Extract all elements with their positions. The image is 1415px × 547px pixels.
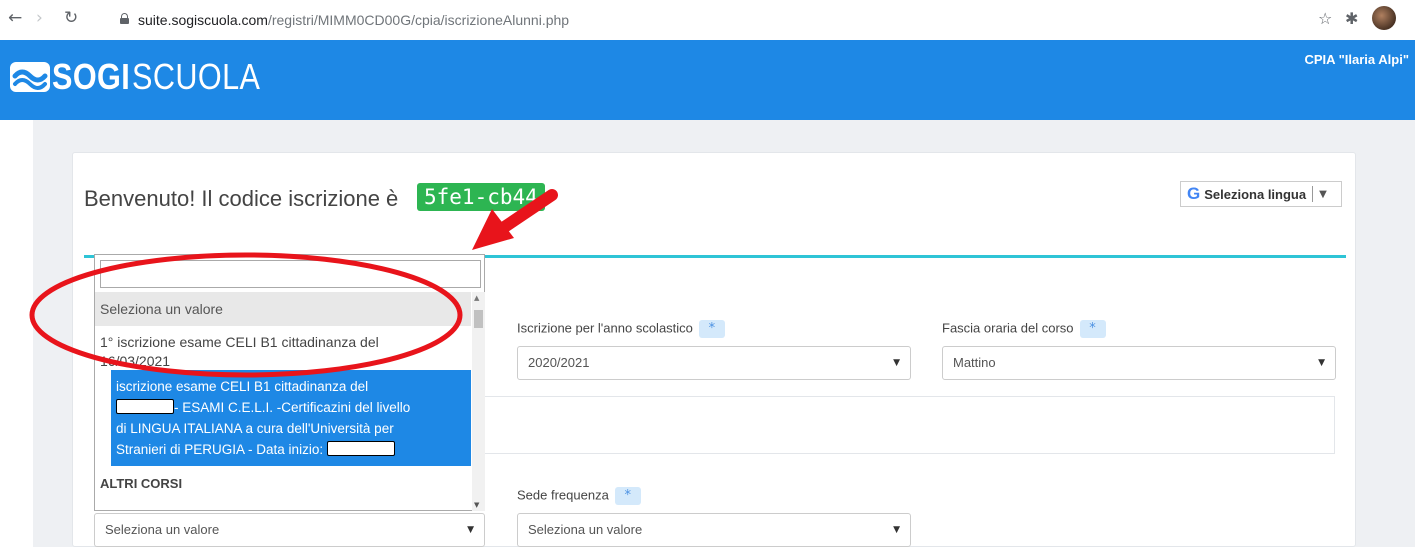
caret-down-icon: ▼ — [893, 525, 900, 535]
redaction-box — [116, 399, 174, 414]
time-select[interactable]: Mattino ▼ — [942, 346, 1336, 380]
dropdown-option[interactable]: 1° iscrizione esame CELI B1 cittadinanza… — [95, 326, 471, 370]
dropdown-option-selected[interactable]: iscrizione esame CELI B1 cittadinanza de… — [111, 370, 471, 466]
redaction-box — [326, 441, 395, 456]
logo-text-bold: SOGI — [52, 56, 131, 97]
caret-down-icon: ▼ — [1319, 188, 1327, 200]
reload-icon[interactable]: ↻ — [64, 8, 78, 28]
language-label: Seleziona lingua — [1204, 186, 1307, 202]
dropdown-scrollbar[interactable]: ▲ ▼ — [472, 292, 485, 511]
option-line: 16/03/2021 — [100, 353, 171, 369]
required-asterisk-icon: * — [698, 320, 725, 338]
dropdown-options: Seleziona un valore 1° iscrizione esame … — [95, 292, 471, 511]
url-path: /registri/MIMM0CD00G/cpia/iscrizioneAlun… — [267, 12, 570, 28]
dropdown-group-label: ALTRI CORSI — [100, 476, 183, 491]
option-line: iscrizione esame CELI B1 cittadinanza de… — [116, 379, 369, 394]
back-icon[interactable]: ← — [8, 8, 22, 28]
logo-text-light: SCUOLA — [132, 56, 261, 97]
star-icon[interactable]: ☆ — [1318, 9, 1332, 28]
scroll-down-icon[interactable]: ▼ — [474, 501, 479, 509]
dropdown-search-input[interactable] — [100, 260, 481, 288]
language-selector[interactable]: G Seleziona lingua ▼ — [1180, 181, 1342, 207]
course-select-value: Seleziona un valore — [105, 522, 220, 537]
year-select[interactable]: 2020/2021 ▼ — [517, 346, 911, 380]
left-gutter — [0, 120, 33, 547]
google-icon: G — [1187, 184, 1201, 203]
lock-icon — [120, 13, 129, 24]
sede-select[interactable]: Seleziona un valore ▼ — [517, 513, 911, 547]
info-box — [480, 396, 1335, 454]
option-line: 1° iscrizione esame CELI B1 cittadinanza… — [100, 334, 379, 350]
year-label: Iscrizione per l'anno scolastico * — [517, 320, 725, 338]
time-value: Mattino — [953, 355, 996, 370]
puzzle-icon[interactable]: ✱ — [1345, 9, 1358, 28]
app-header: SOGI SCUOLA CPIA "Ilaria Alpi" — [0, 40, 1415, 120]
option-line: di LINGUA ITALIANA a cura dell'Universit… — [116, 421, 394, 436]
sogiscuola-logo[interactable]: SOGI SCUOLA — [10, 52, 283, 102]
forward-icon[interactable]: › — [36, 8, 43, 28]
required-asterisk-icon: * — [1079, 320, 1106, 338]
caret-down-icon: ▼ — [467, 525, 474, 535]
course-dropdown: Seleziona un valore 1° iscrizione esame … — [94, 254, 485, 511]
caret-down-icon: ▼ — [893, 358, 900, 368]
sede-label: Sede frequenza * — [517, 487, 641, 505]
divider — [1312, 186, 1314, 202]
required-asterisk-icon: * — [614, 487, 641, 505]
sede-value: Seleziona un valore — [528, 522, 643, 537]
avatar[interactable] — [1372, 6, 1396, 30]
option-line: Stranieri di PERUGIA - Data inizio: — [116, 439, 466, 460]
dropdown-option-placeholder[interactable]: Seleziona un valore — [95, 292, 471, 326]
course-select[interactable]: Seleziona un valore ▼ — [94, 513, 485, 547]
option-line: - ESAMI C.E.L.I. -Certificazini del live… — [116, 397, 466, 418]
time-label: Fascia oraria del corso * — [942, 320, 1106, 338]
browser-toolbar: ← › ↻ suite.sogiscuola.com/registri/MIMM… — [0, 0, 1415, 40]
logo-wave-icon — [10, 62, 50, 92]
url-host: suite.sogiscuola.com — [138, 12, 268, 28]
welcome-text: Benvenuto! Il codice iscrizione è — [84, 186, 399, 211]
school-name: CPIA "Ilaria Alpi" — [1304, 52, 1409, 67]
year-value: 2020/2021 — [528, 355, 590, 370]
enrollment-code-badge: 5fe1-cb44 — [417, 183, 545, 211]
scrollbar-thumb[interactable] — [474, 310, 483, 328]
caret-down-icon: ▼ — [1318, 358, 1325, 368]
scroll-up-icon[interactable]: ▲ — [474, 294, 479, 302]
address-bar[interactable]: suite.sogiscuola.com/registri/MIMM0CD00G… — [138, 12, 569, 28]
